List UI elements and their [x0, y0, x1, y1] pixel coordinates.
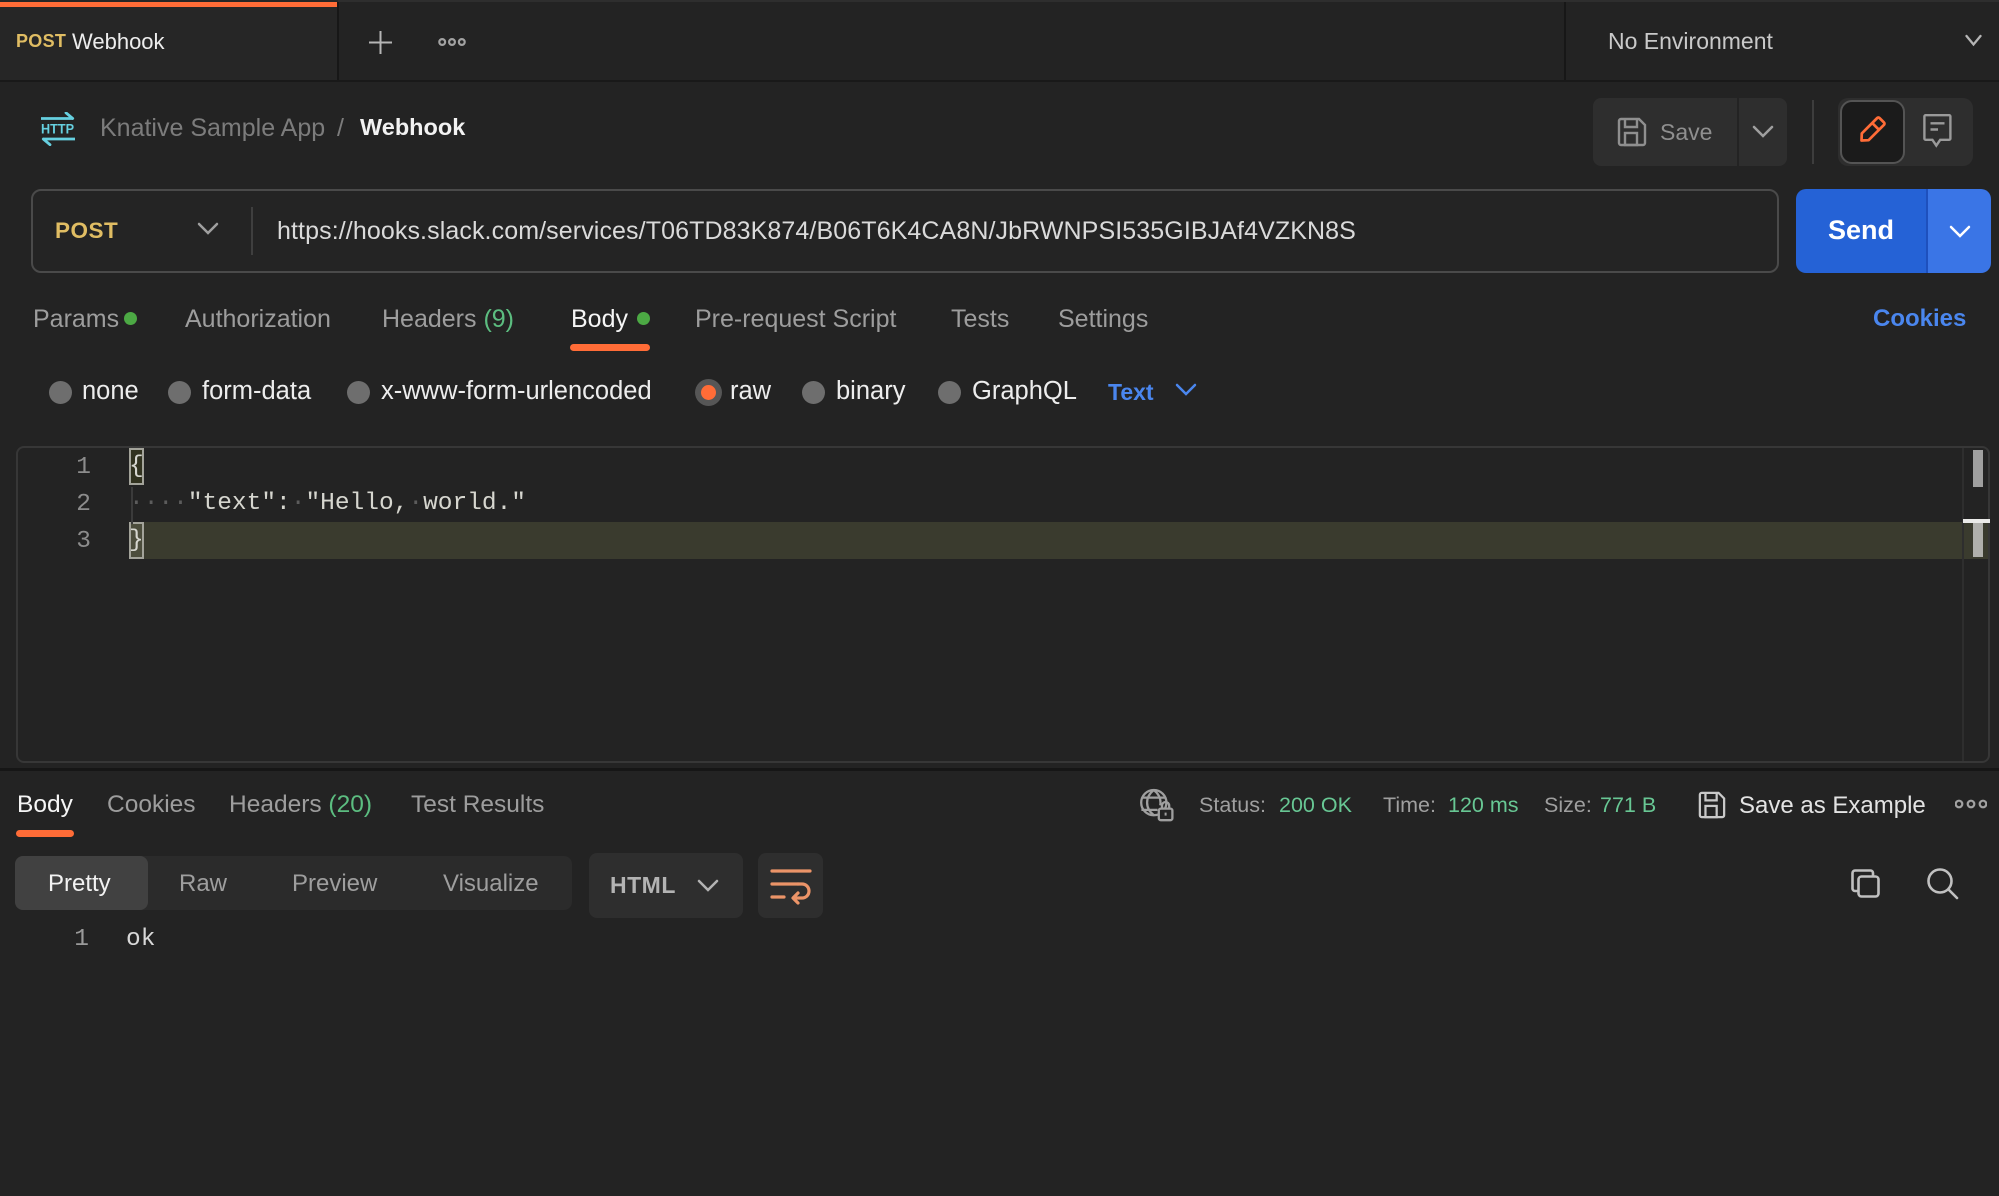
svg-text:HTTP: HTTP [41, 122, 74, 137]
